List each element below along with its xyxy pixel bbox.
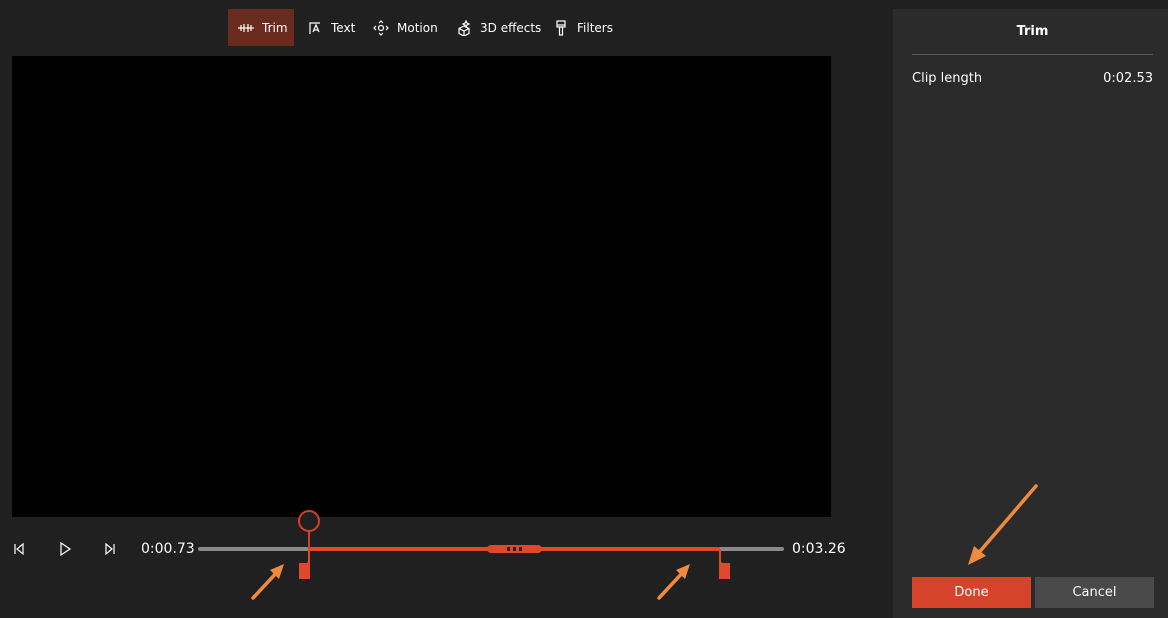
toolbar-3d-effects-button[interactable]: 3D effects (446, 9, 551, 46)
trim-end-time: 0:03.26 (792, 541, 846, 557)
toolbar-text-button[interactable]: Text (297, 9, 365, 46)
panel-title: Trim (912, 9, 1153, 55)
playhead-line (308, 531, 311, 549)
clip-length-row: Clip length 0:02.53 (912, 71, 1153, 86)
trim-start-handle-shape (299, 549, 311, 579)
text-icon (309, 21, 320, 34)
selection-drag-grip[interactable] (487, 545, 543, 553)
clip-length-label: Clip length (912, 71, 983, 86)
toolbar-trim-label: Trim (262, 20, 288, 35)
trim-end-handle-shape (718, 549, 730, 579)
toolbar-trim-button[interactable]: Trim (228, 9, 294, 46)
annotation-arrow-icon (657, 564, 690, 600)
timeline-track[interactable] (198, 545, 784, 553)
video-editor-trim-view: Trim Text Motion 3D effects Filters 0:00… (0, 0, 1168, 618)
motion-icon (373, 19, 389, 36)
playhead-handle[interactable] (298, 510, 321, 532)
video-preview (12, 56, 831, 517)
play-button[interactable] (56, 540, 74, 558)
play-icon (60, 541, 72, 557)
cancel-button[interactable]: Cancel (1035, 577, 1154, 608)
trim-end-handle[interactable] (711, 549, 731, 581)
step-forward-icon (105, 542, 115, 556)
annotation-arrow-icon (251, 564, 284, 600)
toolbar-motion-button[interactable]: Motion (363, 9, 448, 46)
trim-icon (238, 23, 254, 32)
toolbar-filters-label: Filters (577, 20, 613, 35)
3d-effects-icon (458, 19, 471, 36)
trim-start-time: 0:00.73 (141, 541, 195, 557)
previous-frame-button[interactable] (10, 540, 28, 558)
toolbar-text-label: Text (331, 20, 356, 35)
toolbar-motion-label: Motion (397, 20, 438, 35)
next-frame-button[interactable] (101, 540, 119, 558)
toolbar-filters-button[interactable]: Filters (543, 9, 623, 46)
annotation-arrow-icon (968, 484, 1038, 565)
toolbar-3d-effects-label: 3D effects (480, 20, 542, 35)
editor-toolbar: Trim Text Motion 3D effects Filters (0, 0, 893, 56)
done-button[interactable]: Done (912, 577, 1031, 608)
clip-length-value: 0:02.53 (1103, 71, 1153, 86)
filters-icon (556, 19, 566, 36)
step-back-icon (14, 542, 24, 556)
trim-start-handle[interactable] (298, 549, 318, 581)
